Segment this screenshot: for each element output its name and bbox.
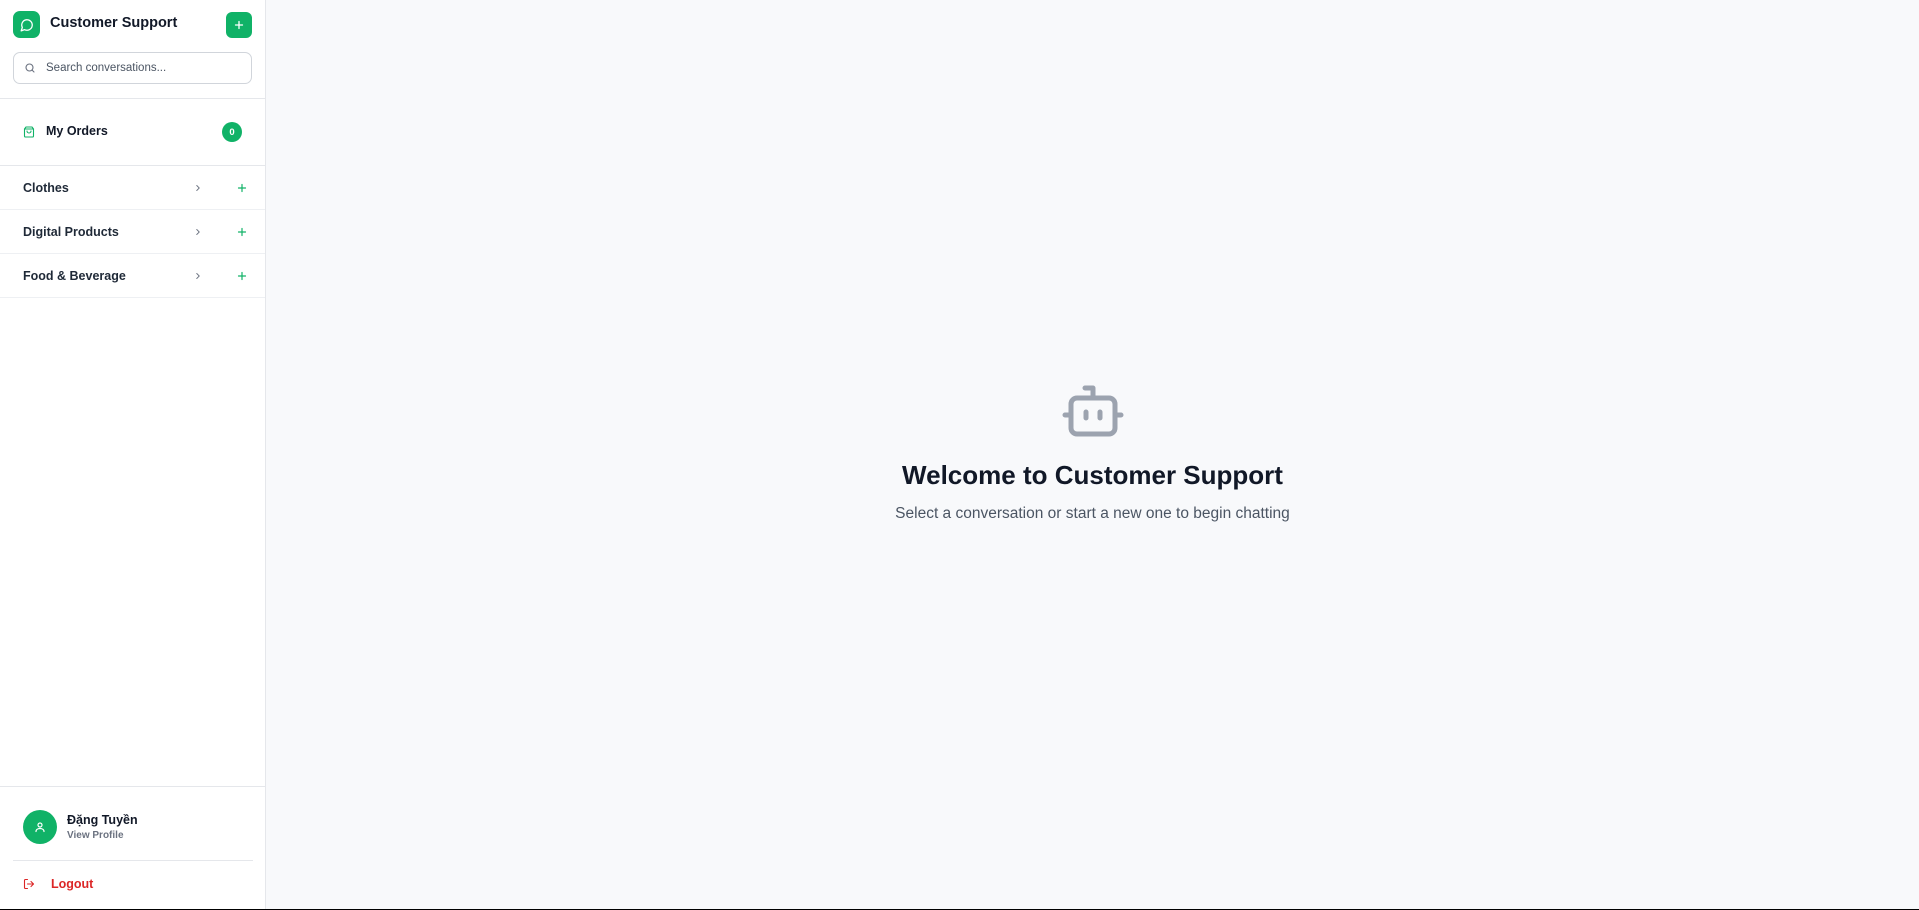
chevron-right-icon[interactable] <box>193 226 203 238</box>
main-panel: Welcome to Customer Support Select a con… <box>266 0 1919 909</box>
new-conversation-button[interactable] <box>226 12 252 38</box>
sidebar: Customer Support My O <box>0 0 266 909</box>
logout-icon <box>23 878 35 890</box>
app-title: Customer Support <box>50 15 178 31</box>
category-label: Clothes <box>23 181 69 195</box>
shopping-bag-icon <box>23 126 35 138</box>
user-name: Đặng Tuyền <box>67 813 138 827</box>
add-conversation-icon[interactable] <box>236 270 248 282</box>
chat-bubble-icon <box>13 11 40 38</box>
user-profile[interactable]: Đặng Tuyền View Profile <box>23 810 253 846</box>
sidebar-footer: Đặng Tuyền View Profile Logout <box>0 786 265 909</box>
category-label: Digital Products <box>23 225 119 239</box>
plus-icon <box>234 20 244 30</box>
welcome-subtitle: Select a conversation or start a new one… <box>895 505 1290 522</box>
welcome-panel: Welcome to Customer Support Select a con… <box>266 384 1919 523</box>
my-orders-label: My Orders <box>46 124 108 138</box>
avatar <box>23 810 57 844</box>
category-item-clothes[interactable]: Clothes <box>0 166 265 210</box>
logout-button[interactable]: Logout <box>23 877 93 891</box>
sidebar-header: Customer Support <box>0 0 265 99</box>
footer-divider <box>13 860 253 861</box>
logout-label: Logout <box>51 877 94 891</box>
category-item-food-beverage[interactable]: Food & Beverage <box>0 254 265 298</box>
search-box[interactable] <box>13 52 252 84</box>
my-orders-item[interactable]: My Orders 0 <box>0 99 265 166</box>
category-label: Food & Beverage <box>23 269 126 283</box>
user-icon <box>35 822 45 833</box>
orders-count-badge: 0 <box>222 122 242 142</box>
add-conversation-icon[interactable] <box>236 182 248 194</box>
welcome-title: Welcome to Customer Support <box>902 460 1283 490</box>
add-conversation-icon[interactable] <box>236 226 248 238</box>
search-input[interactable] <box>46 62 246 74</box>
bot-icon <box>1061 384 1125 440</box>
chevron-right-icon[interactable] <box>193 270 203 282</box>
search-icon <box>24 62 36 74</box>
app-root: Customer Support My O <box>0 0 1919 909</box>
chevron-right-icon[interactable] <box>193 182 203 194</box>
view-profile-link[interactable]: View Profile <box>67 830 124 841</box>
category-item-digital-products[interactable]: Digital Products <box>0 210 265 254</box>
